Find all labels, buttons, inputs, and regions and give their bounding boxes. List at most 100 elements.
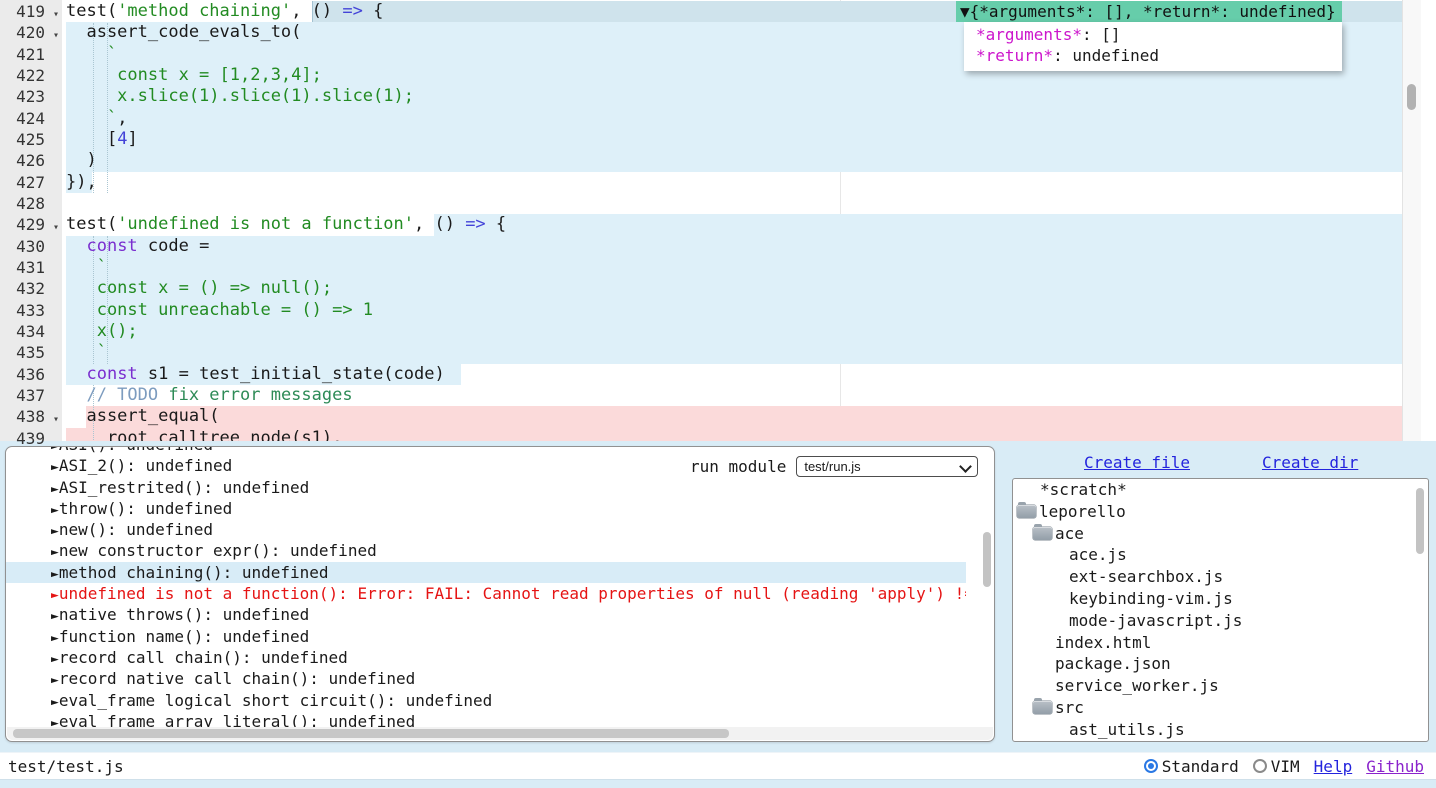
test-result-item[interactable]: ►function name(): undefined	[6, 626, 966, 647]
code-line[interactable]: [4]	[62, 129, 1402, 150]
keybinding-option-standard[interactable]: Standard	[1144, 757, 1239, 776]
create-file-link[interactable]: Create file	[1084, 453, 1190, 472]
test-result-item[interactable]: ►record native call chain(): undefined	[6, 668, 966, 689]
code-line[interactable]: // TODO fix error messages	[62, 385, 1402, 406]
gutter-line-number[interactable]: 427	[0, 172, 62, 194]
gutter-line-number[interactable]: 419▾	[0, 1, 62, 23]
gutter-line-number[interactable]: 423	[0, 86, 62, 108]
expand-arrow-icon[interactable]: ►	[51, 482, 59, 497]
results-horizontal-scrollbar-thumb[interactable]	[13, 729, 729, 738]
files-vertical-scrollbar-thumb[interactable]	[1416, 488, 1424, 554]
gutter-line-number[interactable]: 433	[0, 300, 62, 322]
gutter-line-number[interactable]: 437	[0, 385, 62, 407]
code-text: assert_equal(	[62, 406, 1402, 427]
expand-arrow-icon[interactable]: ►	[51, 460, 59, 475]
radio-standard-label: Standard	[1162, 757, 1239, 776]
help-link[interactable]: Help	[1314, 757, 1353, 776]
tooltip-property-row[interactable]: *arguments*: []	[976, 24, 1328, 45]
keybinding-option-vim[interactable]: VIM	[1253, 757, 1300, 776]
current-file-path: test/test.js	[0, 757, 124, 776]
file-tree-item[interactable]: ace.js	[1013, 544, 1428, 566]
create-dir-link[interactable]: Create dir	[1262, 453, 1358, 472]
code-line[interactable]: root_calltree_node(s1),	[62, 428, 1402, 441]
radio-vim-label: VIM	[1271, 757, 1300, 776]
gutter-line-number[interactable]: 428	[0, 193, 62, 215]
expand-arrow-icon[interactable]: ►	[51, 695, 59, 710]
tooltip-property-row[interactable]: *return*: undefined	[976, 45, 1328, 66]
code-line[interactable]: }),	[62, 172, 1402, 193]
test-result-item[interactable]: ►ASI(): undefined	[6, 446, 966, 455]
test-result-item[interactable]: ►throw(): undefined	[6, 498, 966, 519]
file-tree-item[interactable]: src	[1013, 697, 1428, 719]
code-line[interactable]: `	[62, 257, 1402, 278]
file-tree-item[interactable]: leporello	[1013, 501, 1428, 523]
github-link[interactable]: Github	[1366, 757, 1424, 776]
code-line[interactable]: `,	[62, 108, 1402, 129]
gutter-line-number[interactable]: 424	[0, 108, 62, 130]
radio-selected-icon[interactable]	[1144, 759, 1158, 773]
expand-arrow-icon[interactable]: ►	[51, 524, 59, 539]
expand-arrow-icon[interactable]: ►	[51, 631, 59, 646]
gutter-line-number[interactable]: 430	[0, 236, 62, 258]
expand-arrow-icon[interactable]: ►	[51, 609, 59, 624]
gutter-line-number[interactable]: 432	[0, 278, 62, 300]
code-line[interactable]	[62, 193, 1402, 214]
file-tree-item[interactable]: package.json	[1013, 653, 1428, 675]
expand-arrow-icon[interactable]: ►	[51, 446, 59, 454]
file-tree-item[interactable]: ast_utils.js	[1013, 719, 1428, 741]
expand-arrow-icon[interactable]: ►	[51, 567, 59, 582]
expand-arrow-icon[interactable]: ►	[51, 673, 59, 688]
code-line[interactable]: assert_equal(	[62, 406, 1402, 427]
editor-vertical-scrollbar[interactable]	[1402, 0, 1421, 441]
expand-arrow-icon[interactable]: ►	[51, 503, 59, 518]
gutter-line-number[interactable]: 421	[0, 44, 62, 66]
gutter-line-number[interactable]: 425	[0, 129, 62, 151]
line-number: 435	[16, 343, 45, 362]
test-result-item[interactable]: ►record call chain(): undefined	[6, 647, 966, 668]
gutter-line-number[interactable]: 438▾	[0, 406, 62, 428]
code-line[interactable]: x();	[62, 321, 1402, 342]
code-line[interactable]: )	[62, 150, 1402, 171]
test-result-item[interactable]: ►new constructor expr(): undefined	[6, 540, 966, 561]
file-tree-item[interactable]: ace	[1013, 523, 1428, 545]
code-line[interactable]: `	[62, 342, 1402, 363]
radio-unselected-icon[interactable]	[1253, 759, 1267, 773]
editor-scrollbar-thumb[interactable]	[1407, 84, 1416, 110]
test-result-item[interactable]: ►native throws(): undefined	[6, 604, 966, 625]
file-tree-item[interactable]: index.html	[1013, 632, 1428, 654]
file-tree-item[interactable]: service_worker.js	[1013, 675, 1428, 697]
gutter-line-number[interactable]: 436	[0, 364, 62, 386]
gutter-line-number[interactable]: 429▾	[0, 214, 62, 236]
file-tree-label: service_worker.js	[1055, 675, 1219, 697]
code-line[interactable]: test('undefined is not a function', () =…	[62, 214, 1402, 235]
run-module-select[interactable]: test/run.js	[796, 456, 978, 477]
file-tree-item[interactable]: ext-searchbox.js	[1013, 566, 1428, 588]
gutter-line-number[interactable]: 431	[0, 257, 62, 279]
code-line[interactable]: const s1 = test_initial_state(code)	[62, 364, 1402, 385]
test-result-item[interactable]: ►ASI_restrited(): undefined	[6, 477, 966, 498]
file-tree-item[interactable]: keybinding-vim.js	[1013, 588, 1428, 610]
test-result-item[interactable]: ►method chaining(): undefined	[6, 562, 966, 583]
code-line[interactable]: const x = () => null();	[62, 278, 1402, 299]
test-result-item[interactable]: ►undefined is not a function(): Error: F…	[6, 583, 966, 604]
expand-arrow-icon[interactable]: ►	[51, 588, 59, 603]
expand-arrow-icon[interactable]: ►	[51, 652, 59, 667]
gutter-line-number[interactable]: 426	[0, 150, 62, 172]
gutter-line-number[interactable]: 435	[0, 342, 62, 364]
gutter-line-number[interactable]: 422	[0, 65, 62, 87]
file-tree-item[interactable]: mode-javascript.js	[1013, 610, 1428, 632]
expand-arrow-icon[interactable]: ►	[51, 545, 59, 560]
gutter-line-number[interactable]: 420▾	[0, 22, 62, 44]
results-vertical-scrollbar-thumb[interactable]	[983, 532, 991, 587]
code-line[interactable]: x.slice(1).slice(1).slice(1);	[62, 86, 1402, 107]
code-line[interactable]: const code =	[62, 236, 1402, 257]
gutter-line-number[interactable]: 434	[0, 321, 62, 343]
code-text: `,	[62, 108, 1402, 129]
code-line[interactable]: const unreachable = () => 1	[62, 300, 1402, 321]
file-tree-item[interactable]: *scratch*	[1013, 479, 1428, 501]
results-horizontal-scrollbar[interactable]	[7, 727, 993, 740]
tooltip-header-value[interactable]: ▼{*arguments*: [], *return*: undefined}	[956, 1, 1342, 22]
test-result-item[interactable]: ►eval_frame logical short circuit(): und…	[6, 690, 966, 711]
line-number: 430	[16, 237, 45, 256]
test-result-item[interactable]: ►new(): undefined	[6, 519, 966, 540]
